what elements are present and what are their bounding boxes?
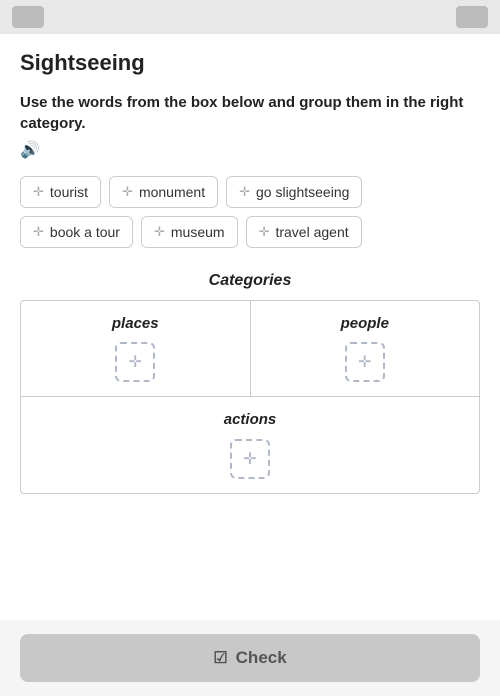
category-cell-actions[interactable]: actions ✛ <box>21 397 479 493</box>
drop-zone-people[interactable]: ✛ <box>345 342 385 382</box>
word-label-monument: monument <box>139 184 205 200</box>
drag-handle-tourist: ✛ <box>33 184 44 200</box>
word-chip-tourist[interactable]: ✛ tourist <box>20 176 101 208</box>
categories-section: Categories places ✛ people ✛ <box>20 272 480 494</box>
category-label-actions: actions <box>224 411 277 428</box>
check-button[interactable]: ☑ Check <box>20 634 480 682</box>
top-bar-right-button[interactable] <box>456 6 488 28</box>
drag-handle-travel-agent: ✛ <box>259 224 270 240</box>
word-chip-book-a-tour[interactable]: ✛ book a tour <box>20 216 133 248</box>
drop-zone-people-icon: ✛ <box>358 352 371 372</box>
content-area: Sightseeing Use the words from the box b… <box>0 34 500 696</box>
drag-handle-go-sightseeing: ✛ <box>239 184 250 200</box>
word-chip-go-sightseeing[interactable]: ✛ go slightseeing <box>226 176 362 208</box>
audio-icon[interactable]: 🔊 <box>20 140 40 162</box>
bottom-label-row: actions <box>31 411 469 429</box>
word-label-museum: museum <box>171 224 225 240</box>
category-cell-places[interactable]: places ✛ <box>21 301 251 396</box>
category-cell-people[interactable]: people ✛ <box>251 301 480 396</box>
word-chip-travel-agent[interactable]: ✛ travel agent <box>246 216 362 248</box>
check-label: Check <box>236 648 287 668</box>
category-label-people: people <box>341 315 389 332</box>
word-chip-museum[interactable]: ✛ museum <box>141 216 238 248</box>
word-label-go-sightseeing: go slightseeing <box>256 184 349 200</box>
categories-title: Categories <box>20 272 480 290</box>
word-bank: ✛ tourist ✛ monument ✛ go slightseeing ✛… <box>20 176 480 248</box>
word-label-tourist: tourist <box>50 184 88 200</box>
drop-zone-actions-icon: ✛ <box>243 449 256 469</box>
page-container: Sightseeing Use the words from the box b… <box>0 0 500 696</box>
drop-zone-places-icon: ✛ <box>129 352 142 372</box>
top-bar-left-button[interactable] <box>12 6 44 28</box>
word-label-travel-agent: travel agent <box>275 224 348 240</box>
instruction-text: Use the words from the box below and gro… <box>20 92 480 134</box>
drag-handle-monument: ✛ <box>122 184 133 200</box>
categories-top-row: places ✛ people ✛ <box>21 301 479 397</box>
top-bar <box>0 0 500 34</box>
category-label-places: places <box>112 315 159 332</box>
instruction: Use the words from the box below and gro… <box>20 92 480 162</box>
word-label-book-a-tour: book a tour <box>50 224 120 240</box>
drop-zone-actions[interactable]: ✛ <box>230 439 270 479</box>
word-chip-monument[interactable]: ✛ monument <box>109 176 218 208</box>
categories-grid: places ✛ people ✛ actions <box>20 300 480 494</box>
drop-zone-places[interactable]: ✛ <box>115 342 155 382</box>
page-title: Sightseeing <box>20 50 480 76</box>
drag-handle-book-a-tour: ✛ <box>33 224 44 240</box>
drag-handle-museum: ✛ <box>154 224 165 240</box>
check-bar: ☑ Check <box>0 620 500 696</box>
check-icon: ☑ <box>213 648 227 668</box>
